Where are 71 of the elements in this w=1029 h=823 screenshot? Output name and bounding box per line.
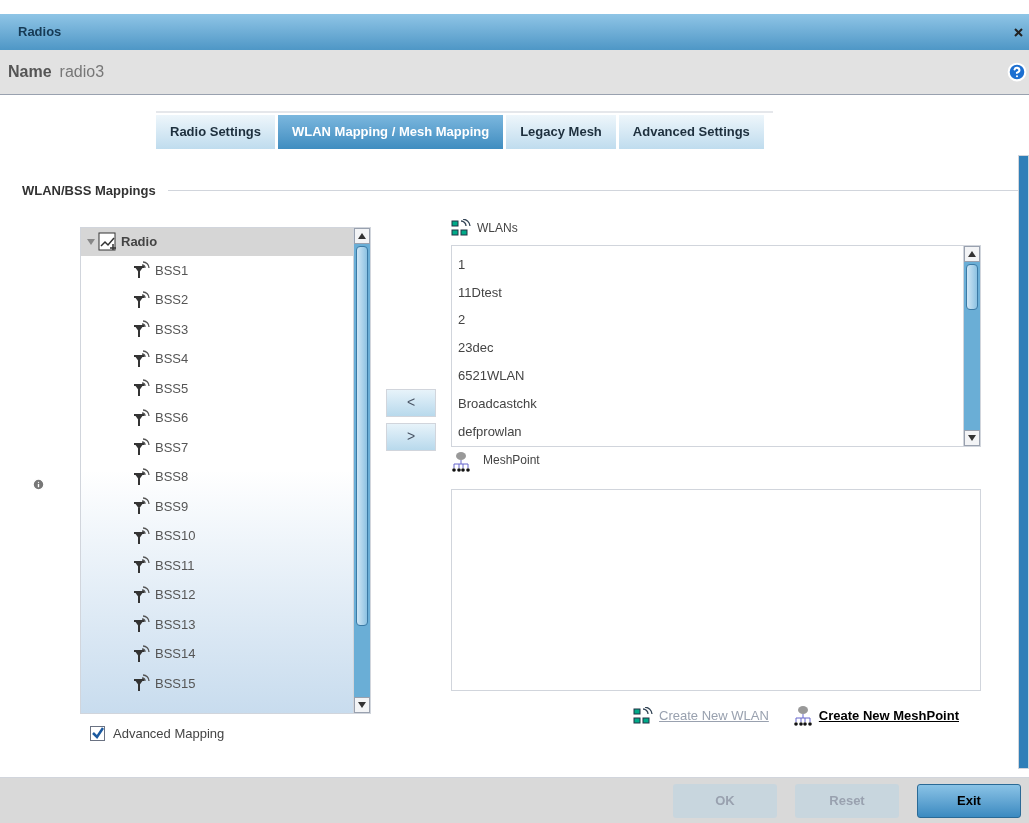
antenna-icon [133,674,151,693]
wlan-item[interactable]: 2 [452,306,963,335]
tree-item[interactable]: BSS5 [81,373,353,403]
antenna-icon [133,467,151,486]
scrollbar[interactable] [353,227,370,713]
tree-item[interactable]: BSS15 [81,668,353,698]
tree-item[interactable]: BSS3 [81,314,353,344]
tree-item[interactable]: BSS8 [81,462,353,492]
name-label: Name [8,62,52,82]
tree-item[interactable]: BSS10 [81,521,353,551]
expand-toggle[interactable] [87,237,95,246]
name-value: radio3 [59,62,105,82]
wlan-item[interactable]: Broadcastchk [452,389,963,418]
tree-label: Radio [121,232,158,251]
antenna-icon [133,408,151,427]
checkbox-label: Advanced Mapping [113,724,225,743]
tree-item[interactable]: BSS11 [81,550,353,580]
tree-node[interactable]: Radio [81,227,353,256]
window-title: Radios [18,23,62,42]
tree-item[interactable]: BSS6 [81,403,353,433]
close-icon[interactable] [1014,27,1023,37]
arrow-down-icon [358,701,366,708]
antenna-icon [133,526,151,545]
antenna-icon [133,644,151,663]
tree-item[interactable]: BSS12 [81,580,353,610]
wlan-item[interactable]: 11Dtest [452,278,963,307]
info-icon [31,478,45,492]
tree-item[interactable]: BSS13 [81,609,353,639]
antenna-icon [133,261,151,280]
tree-item[interactable]: BSS14 [81,639,353,669]
tab[interactable]: Legacy Mesh [506,115,616,149]
tab[interactable]: Radio Settings [156,115,275,149]
arrow-up-icon [968,250,976,257]
move-button[interactable]: > [386,422,436,451]
tree-item[interactable]: BSS7 [81,432,353,462]
move-button[interactable]: < [386,388,436,417]
mesh-icon [792,704,813,727]
antenna-icon [133,615,151,634]
antenna-icon [133,497,151,516]
antenna-icon [133,349,151,368]
network-icon [451,218,471,237]
wlan-item[interactable]: 6521WLAN [452,361,963,390]
page-scrollbar[interactable] [1018,155,1029,769]
tab[interactable]: Advanced Settings [618,115,764,149]
wlan-item[interactable]: 1 [452,250,963,279]
tree-item[interactable]: BSS4 [81,344,353,374]
antenna-icon [133,556,151,575]
tree-item[interactable]: BSS9 [81,491,353,521]
checkbox[interactable] [90,725,105,741]
scrollbar-thumb[interactable] [356,245,368,626]
tree-item[interactable]: BSS1 [81,255,353,285]
section-title: WLAN/BSS Mappings [22,182,156,200]
tree-item[interactable]: BSS2 [81,285,353,315]
arrow-down-icon [968,434,976,441]
wlans-title: WLANs [477,219,518,237]
mesh-icon [451,450,471,473]
antenna-icon [133,379,151,398]
help-icon[interactable] [1007,62,1027,82]
antenna-icon [133,438,151,457]
scrollbar[interactable] [963,245,980,446]
wlan-item[interactable]: defprowlan [452,417,963,446]
antenna-icon [133,320,151,339]
wlan-item[interactable]: 23dec [452,334,963,362]
network-icon [633,706,654,725]
create-link[interactable]: Create New MeshPoint [792,704,959,727]
footer-button[interactable]: Exit [917,783,1021,818]
antenna-icon [133,290,151,309]
antenna-icon [133,585,151,604]
arrow-up-icon [358,232,366,239]
meshpoint-title: MeshPoint [483,451,540,469]
scrollbar-thumb[interactable] [966,263,978,310]
